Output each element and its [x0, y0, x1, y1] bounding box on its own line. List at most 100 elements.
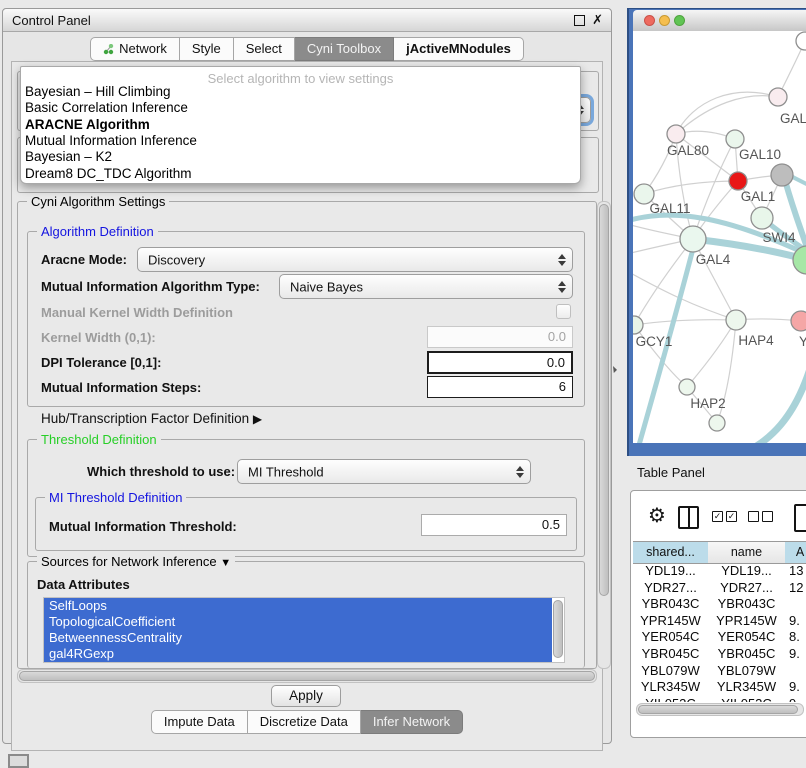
- node-gal10-label: GAL10: [739, 147, 781, 162]
- attribute-item-topologicalcoefficient[interactable]: TopologicalCoefficient: [44, 614, 552, 630]
- network-window-titlebar[interactable]: [633, 10, 806, 32]
- apply-button[interactable]: Apply: [271, 685, 341, 707]
- table-cell: YBR043C: [633, 596, 708, 613]
- unchecked-column-icon[interactable]: [748, 511, 759, 522]
- table-row[interactable]: YPR145WYPR145W9.: [633, 613, 806, 630]
- column-header-a[interactable]: A: [785, 541, 806, 564]
- tab-network[interactable]: Network: [90, 37, 180, 61]
- node-gal80-label: GAL80: [667, 143, 709, 158]
- cyni-algorithm-settings-title: Cyni Algorithm Settings: [27, 194, 169, 209]
- attributes-scrollbar[interactable]: [553, 600, 563, 658]
- checked-column-icon[interactable]: ✓: [726, 511, 737, 522]
- sources-title[interactable]: Sources for Network Inference ▼: [37, 554, 235, 569]
- attribute-item-selfloops[interactable]: SelfLoops: [44, 598, 552, 614]
- table-row[interactable]: YBR043CYBR043C: [633, 596, 806, 613]
- network-edge[interactable]: [676, 96, 778, 134]
- node-hap4[interactable]: [726, 310, 746, 330]
- mi-algorithm-type-value: Naive Bayes: [290, 279, 363, 294]
- node-gal-partial[interactable]: [769, 88, 787, 106]
- table-row[interactable]: YBR045CYBR045C9.: [633, 646, 806, 663]
- attribute-item-gal4rgexp[interactable]: gal4RGexp: [44, 646, 552, 662]
- mi-steps-field[interactable]: 6: [427, 376, 573, 398]
- tab-discretize-data[interactable]: Discretize Data: [248, 710, 361, 734]
- tab-infer-network[interactable]: Infer Network: [361, 710, 463, 734]
- attribute-item-betweennesscentrality[interactable]: BetweennessCentrality: [44, 630, 552, 646]
- table-hscrollbar-thumb[interactable]: [638, 705, 798, 714]
- float-window-icon[interactable]: [574, 15, 585, 26]
- which-threshold-combo[interactable]: MI Threshold: [237, 459, 531, 484]
- network-edge[interactable]: [644, 181, 738, 194]
- threshold-definition-title: Threshold Definition: [37, 432, 161, 447]
- close-icon[interactable]: ✗: [592, 12, 603, 28]
- minimized-panel-icon[interactable]: [8, 754, 29, 768]
- document-icon[interactable]: [794, 504, 806, 532]
- table-panel-title: Table Panel: [637, 465, 705, 480]
- split-columns-icon[interactable]: [678, 506, 699, 529]
- table-panel-window: ⚙ ✓ ✓ shared...nameA YDL19...YDL19...13Y…: [630, 490, 806, 738]
- which-threshold-label: Which threshold to use:: [87, 464, 235, 479]
- mi-threshold-field[interactable]: 0.5: [421, 514, 567, 536]
- algorithm-option-basic-correlation-inference[interactable]: Basic Correlation Inference: [25, 100, 576, 116]
- manual-kernel-width-checkbox[interactable]: [556, 304, 571, 319]
- kernel-width-label: Kernel Width (0,1):: [41, 330, 156, 345]
- settings-hscrollbar-track[interactable]: [17, 669, 597, 683]
- minimize-traffic-light[interactable]: [659, 15, 670, 26]
- node-gal4[interactable]: [680, 226, 706, 252]
- network-edge[interactable]: [676, 92, 778, 134]
- node-gray[interactable]: [771, 164, 793, 186]
- control-panel-header[interactable]: Control Panel ✗: [3, 9, 611, 32]
- dpi-tolerance-field[interactable]: 0.0: [427, 351, 573, 374]
- tab-select[interactable]: Select: [234, 37, 295, 61]
- network-edge[interactable]: [729, 359, 806, 443]
- mi-threshold-label: Mutual Information Threshold:: [49, 519, 237, 534]
- hub-definition-toggle[interactable]: Hub/Transcription Factor Definition ▶: [41, 411, 262, 426]
- algorithm-option-dream8-dc-tdc-algorithm[interactable]: Dream8 DC_TDC Algorithm: [25, 166, 576, 182]
- algorithm-option-mutual-information-inference[interactable]: Mutual Information Inference: [25, 133, 576, 149]
- algorithm-definition-title: Algorithm Definition: [37, 224, 158, 239]
- tab-jactivemnodules[interactable]: jActiveMNodules: [394, 37, 524, 61]
- mi-algorithm-type-label: Mutual Information Algorithm Type:: [41, 279, 260, 294]
- algorithm-option-aracne-algorithm[interactable]: ARACNE Algorithm: [25, 117, 576, 133]
- node-gcy1[interactable]: [633, 316, 643, 334]
- table-hscrollbar-track[interactable]: [636, 703, 804, 716]
- network-edge[interactable]: [634, 320, 736, 325]
- gear-icon[interactable]: ⚙: [648, 506, 666, 526]
- settings-hscrollbar-thumb[interactable]: [19, 671, 595, 681]
- node-gcy1-label: GCY1: [636, 334, 673, 349]
- zoom-traffic-light[interactable]: [674, 15, 685, 26]
- column-header-name[interactable]: name: [708, 541, 786, 564]
- kernel-width-field[interactable]: 0.0: [427, 326, 573, 348]
- mi-algorithm-type-combo[interactable]: Naive Bayes: [279, 274, 573, 299]
- table-row[interactable]: YIL052CYIL052C9: [633, 696, 806, 702]
- table-row[interactable]: YDL19...YDL19...13: [633, 563, 806, 580]
- checked-column-icon[interactable]: ✓: [712, 511, 723, 522]
- table-row[interactable]: YER054CYER054C8.: [633, 629, 806, 646]
- table-row[interactable]: YLR345WYLR345W9.: [633, 679, 806, 696]
- node-gal10[interactable]: [726, 130, 744, 148]
- tab-cyni-toolbox[interactable]: Cyni Toolbox: [295, 37, 394, 61]
- node-partial-bottom[interactable]: [709, 415, 725, 431]
- table-row[interactable]: YBL079WYBL079W: [633, 663, 806, 680]
- settings-vscrollbar-thumb[interactable]: [599, 204, 609, 596]
- node-gal80[interactable]: [667, 125, 685, 143]
- table-cell: YIL052C: [633, 696, 708, 702]
- close-traffic-light[interactable]: [644, 15, 655, 26]
- column-header-shared[interactable]: shared...: [633, 541, 709, 564]
- table-cell: YDL19...: [708, 563, 785, 580]
- tab-impute-data[interactable]: Impute Data: [151, 710, 248, 734]
- network-canvas[interactable]: GALGAL80GAL10GAL1GAL11SWI4GAL4GCY1HAP4YH…: [633, 31, 806, 443]
- settings-vscrollbar-track[interactable]: [597, 201, 611, 669]
- table-cell: YBR043C: [708, 596, 785, 613]
- tab-style[interactable]: Style: [180, 37, 234, 61]
- node-gal1[interactable]: [751, 207, 773, 229]
- aracne-mode-combo[interactable]: Discovery: [137, 247, 573, 272]
- node-partial-top[interactable]: [796, 32, 806, 50]
- combo-stepper-icon: [558, 254, 565, 266]
- node-pink[interactable]: [791, 311, 806, 331]
- algorithm-option-bayesian-k2[interactable]: Bayesian – K2: [25, 149, 576, 165]
- node-red[interactable]: [729, 172, 747, 190]
- node-hap2[interactable]: [679, 379, 695, 395]
- algorithm-option-bayesian-hill-climbing[interactable]: Bayesian – Hill Climbing: [25, 84, 576, 100]
- table-row[interactable]: YDR27...YDR27...12: [633, 580, 806, 597]
- unchecked-column-icon[interactable]: [762, 511, 773, 522]
